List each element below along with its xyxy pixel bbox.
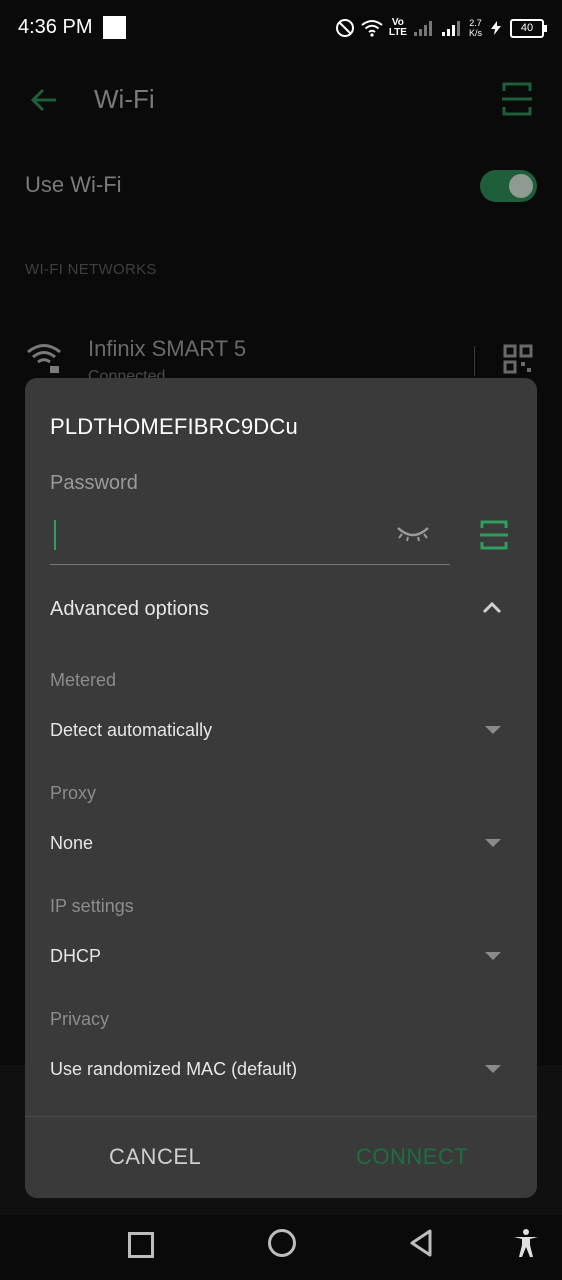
back-triangle-icon[interactable] [408, 1228, 436, 1258]
dropdown-arrow-icon[interactable] [485, 839, 501, 847]
dialog-title: PLDTHOMEFIBRC9DCu [50, 414, 298, 439]
network-name: Infinix SMART 5 [88, 336, 247, 361]
metered-select[interactable]: Detect automatically [50, 720, 212, 741]
status-time: 4:36 PM [18, 16, 93, 38]
password-label: Password [50, 472, 138, 494]
proxy-label: Proxy [50, 783, 97, 803]
use-wifi-toggle[interactable] [480, 170, 537, 202]
privacy-select[interactable]: Use randomized MAC (default) [50, 1059, 297, 1080]
home-icon[interactable] [268, 1229, 296, 1257]
charging-icon [491, 21, 501, 35]
use-wifi-label: Use Wi-Fi [25, 172, 122, 197]
dropdown-arrow-icon[interactable] [485, 952, 501, 960]
ip-settings-select[interactable]: DHCP [50, 946, 101, 967]
do-not-disturb-icon [335, 19, 354, 37]
privacy-label: Privacy [50, 1009, 110, 1029]
page-title: Wi-Fi [94, 84, 155, 114]
password-input[interactable] [50, 508, 450, 565]
network-speed: 2.7 K/s [468, 18, 482, 38]
signal-icon-sim2 [441, 21, 460, 36]
status-icons: Vo LTE 2.7 K/s 40 [335, 14, 547, 42]
wifi-password-dialog: PLDTHOMEFIBRC9DCu Password Advanced opti… [25, 378, 537, 1198]
recent-apps-icon[interactable] [128, 1232, 154, 1258]
toggle-knob [509, 174, 533, 198]
signal-icon-sim1 [413, 21, 432, 36]
wifi-networks-header: WI-FI NETWORKS [25, 261, 157, 278]
advanced-options-toggle[interactable]: Advanced options [50, 598, 209, 621]
back-arrow-icon[interactable] [26, 82, 62, 118]
app-bar: Wi-Fi [0, 60, 562, 140]
qr-code-icon[interactable] [503, 344, 533, 374]
battery-indicator: 40 [510, 18, 547, 38]
show-password-icon[interactable] [396, 524, 430, 544]
divider [474, 346, 475, 376]
notification-icon [103, 16, 126, 39]
metered-label: Metered [50, 670, 117, 690]
status-bar: 4:36 PM Vo LTE 2.7 K/s 40 [0, 0, 562, 56]
connect-button[interactable]: CONNECT [356, 1144, 468, 1170]
accessibility-icon[interactable] [512, 1228, 540, 1258]
divider [25, 1116, 537, 1117]
qr-scan-icon[interactable] [502, 82, 532, 116]
volte-indicator: Vo LTE [388, 17, 407, 38]
proxy-select[interactable]: None [50, 833, 93, 854]
text-cursor [54, 520, 56, 550]
dropdown-arrow-icon[interactable] [485, 1065, 501, 1073]
cancel-button[interactable]: CANCEL [109, 1144, 201, 1170]
navigation-bar [0, 1210, 562, 1280]
scan-qr-icon[interactable] [480, 520, 508, 550]
wifi-lock-icon [27, 344, 61, 373]
dropdown-arrow-icon[interactable] [485, 726, 501, 734]
wifi-status-icon [361, 20, 383, 37]
ip-settings-label: IP settings [50, 896, 134, 916]
chevron-up-icon[interactable] [481, 600, 503, 616]
